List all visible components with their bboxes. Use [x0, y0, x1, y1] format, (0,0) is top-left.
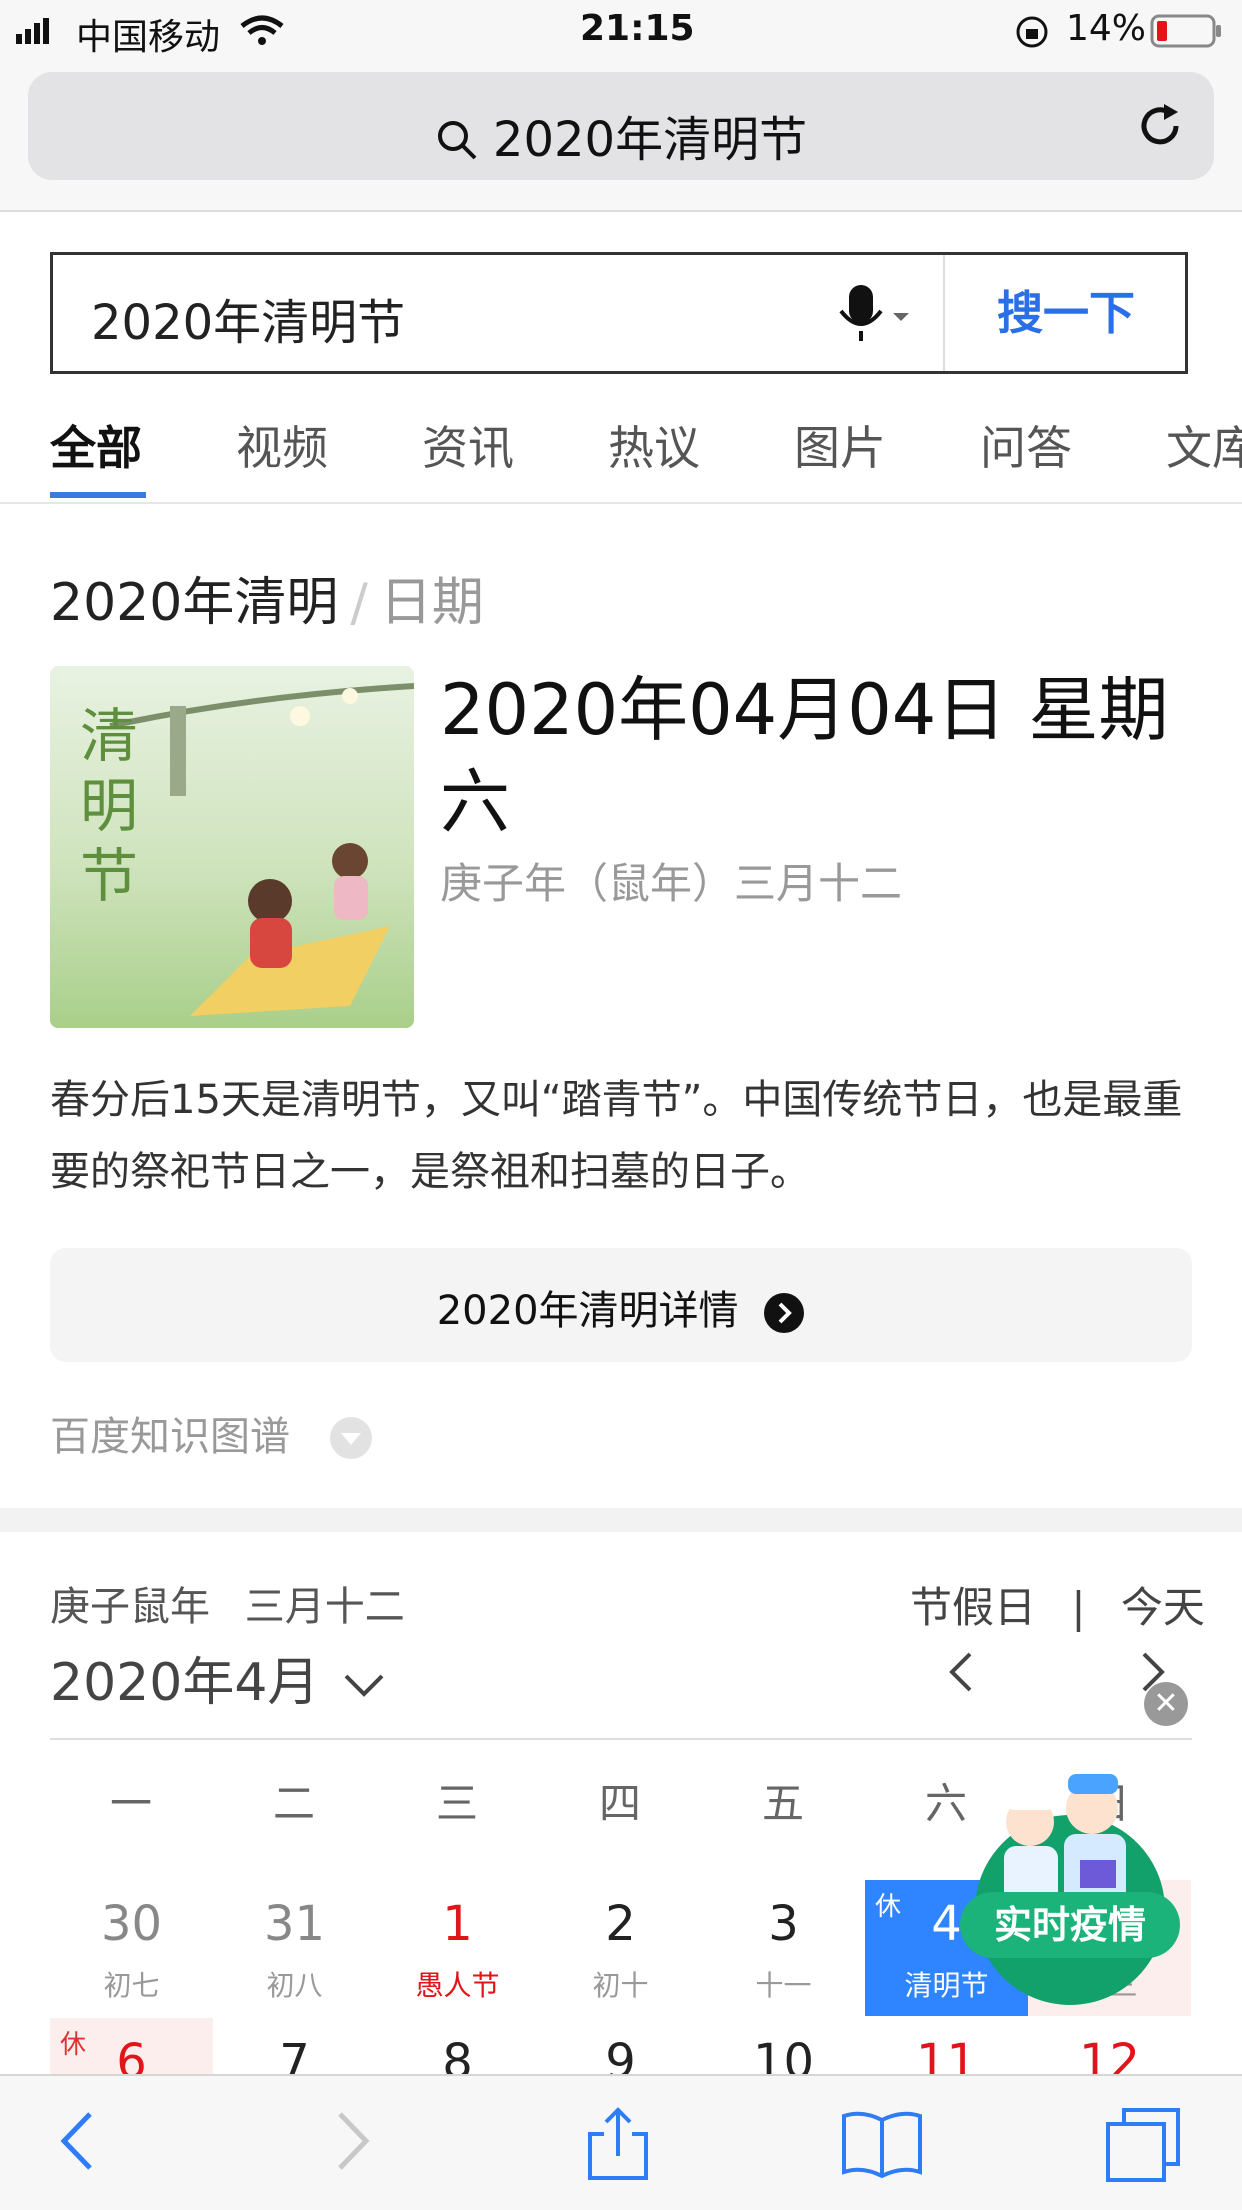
- browser-chrome: 2020年清明节: [0, 64, 1242, 212]
- day-lunar: 初八: [266, 1969, 323, 2002]
- chevron-down-circle-icon: [329, 1417, 372, 1459]
- day-number: 1: [442, 1896, 473, 1952]
- search-tabs: 全部 视频 资讯 热议 图片 问答 文库: [0, 388, 1242, 504]
- battery-icon: [1150, 14, 1221, 48]
- illustration-title: 清 明 节: [80, 702, 138, 910]
- card-title-suffix: 日期: [379, 573, 484, 633]
- calendar-rule: [50, 1738, 1192, 1740]
- tab-qa[interactable]: 问答: [980, 412, 1072, 478]
- lunar-day: 三月十二: [244, 1584, 405, 1630]
- calendar-day[interactable]: 3 十一: [702, 1880, 865, 2016]
- knowledge-source-text: 百度知识图谱: [50, 1414, 290, 1460]
- illustration-art: 清 明 节: [50, 666, 414, 1028]
- day-lunar: 十一: [755, 1969, 812, 2002]
- month-label: 2020年4月: [50, 1653, 320, 1713]
- holiday-link[interactable]: 节假日: [910, 1583, 1036, 1632]
- tab-all[interactable]: 全部: [50, 412, 142, 478]
- prev-month-icon[interactable]: [946, 1650, 976, 1694]
- day-number: 3: [768, 1896, 799, 1952]
- qingming-illustration[interactable]: 清 明 节: [50, 666, 414, 1028]
- search-form: 2020年清明节 搜一下: [50, 252, 1188, 374]
- weekday-tue: 二: [272, 1779, 315, 1828]
- holiday-description: 春分后15天是清明节，又叫“踏青节”。中国传统节日，也是最重要的祭祀节日之一，是…: [50, 1077, 1183, 1195]
- clock: 21:15: [580, 8, 695, 49]
- calendar-links: 节假日 | 今天: [910, 1574, 1205, 1635]
- card-title[interactable]: 2020年清明 / 日期: [50, 560, 484, 635]
- rotation-lock-icon: [1016, 16, 1048, 48]
- day-lunar: 初七: [103, 1969, 160, 2002]
- badge-close-icon[interactable]: ✕: [1144, 1682, 1188, 1726]
- card-title-text: 2020年清明: [50, 573, 339, 633]
- epidemic-badge[interactable]: 实时疫情: [960, 1760, 1180, 2010]
- tabs-icon[interactable]: [1104, 2106, 1184, 2186]
- back-icon[interactable]: [56, 2106, 100, 2176]
- active-tab-indicator: [50, 492, 146, 498]
- tab-news[interactable]: 资讯: [422, 412, 514, 478]
- image-char-1: 清: [80, 702, 138, 770]
- weekday-mon: 一: [109, 1779, 152, 1828]
- search-input[interactable]: 2020年清明节: [91, 283, 405, 353]
- address-bar[interactable]: 2020年清明节: [28, 72, 1214, 180]
- carrier-name: 中国移动: [76, 17, 221, 58]
- chevron-down-icon: [344, 1674, 384, 1697]
- microphone-icon[interactable]: [833, 285, 913, 343]
- reload-icon[interactable]: [1136, 102, 1186, 152]
- bookmarks-icon[interactable]: [840, 2106, 924, 2182]
- image-char-2: 明: [80, 772, 138, 840]
- status-bar: 中国移动 21:15 14%: [0, 0, 1242, 64]
- wifi-icon: [240, 15, 284, 45]
- knowledge-source[interactable]: 百度知识图谱: [50, 1404, 373, 1462]
- calendar-day[interactable]: 30 初七: [50, 1880, 213, 2016]
- tab-discussion[interactable]: 热议: [608, 412, 700, 478]
- section-divider: [0, 1508, 1242, 1532]
- arrow-right-circle-icon: [764, 1293, 805, 1333]
- address-text: 2020年清明节: [28, 100, 1214, 170]
- calendar-lunar-info: 庚子鼠年 三月十二: [50, 1574, 405, 1632]
- lunar-year: 庚子鼠年: [50, 1584, 210, 1630]
- doctors-icon: [975, 1774, 1165, 2005]
- calendar-day[interactable]: 2 初十: [539, 1880, 702, 2016]
- holiday-date: 2020年04月04日 星期六: [440, 669, 1169, 843]
- month-selector[interactable]: 2020年4月: [50, 1640, 386, 1715]
- day-lunar: 初十: [592, 1969, 649, 2002]
- forward-icon[interactable]: [330, 2106, 374, 2176]
- weekday-fri: 五: [761, 1779, 804, 1828]
- day-number: 31: [263, 1896, 326, 1952]
- calendar-day[interactable]: 1 愚人节: [376, 1880, 539, 2016]
- battery-percent: 14%: [1066, 8, 1147, 49]
- day-number: 30: [100, 1896, 163, 1952]
- day-number: 2: [605, 1896, 636, 1952]
- calendar-day[interactable]: 31 初八: [213, 1880, 376, 2016]
- weekday-wed: 三: [435, 1779, 478, 1828]
- search-icon: [437, 121, 477, 160]
- day-festival: 愚人节: [415, 1969, 500, 2002]
- browser-toolbar: [0, 2074, 1242, 2210]
- tab-images[interactable]: 图片: [794, 412, 886, 478]
- share-icon[interactable]: [586, 2106, 650, 2182]
- link-separator: |: [1071, 1583, 1086, 1632]
- detail-button-text: 2020年清明详情: [436, 1288, 739, 1334]
- lunar-date: 庚子年（鼠年）三月十二: [440, 859, 903, 908]
- search-button[interactable]: 搜一下: [943, 255, 1187, 371]
- tab-video[interactable]: 视频: [236, 412, 328, 478]
- epidemic-badge-label: 实时疫情: [960, 1892, 1180, 1958]
- signal-icon: [16, 18, 49, 44]
- tab-library[interactable]: 文库: [1166, 412, 1242, 478]
- weekday-thu: 四: [598, 1779, 641, 1828]
- image-char-3: 节: [80, 842, 138, 910]
- detail-button-label: 2020年清明详情: [50, 1278, 1192, 1336]
- detail-button[interactable]: 2020年清明详情: [50, 1248, 1192, 1362]
- today-link[interactable]: 今天: [1121, 1583, 1205, 1632]
- address-query: 2020年清明节: [492, 112, 808, 168]
